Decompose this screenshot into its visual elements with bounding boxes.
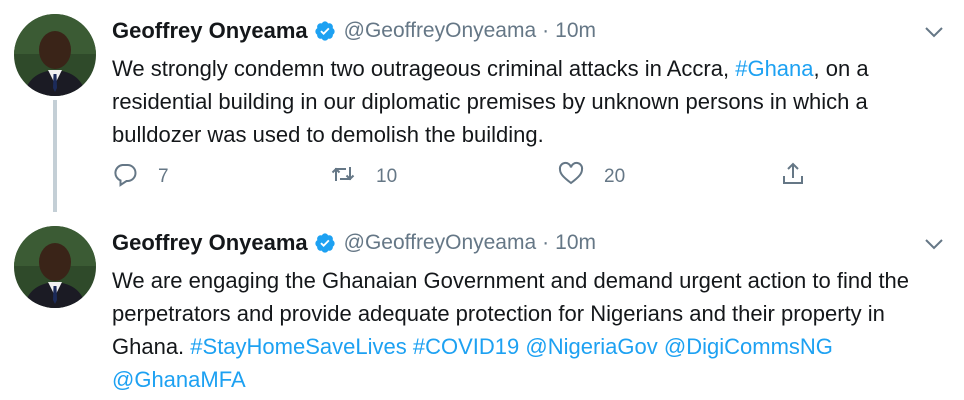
reply-icon — [112, 161, 138, 193]
author-handle[interactable]: @GeoffreyOnyeama — [344, 231, 537, 255]
chevron-down-icon[interactable] — [922, 22, 946, 42]
share-icon — [780, 161, 806, 193]
timestamp[interactable]: 10m — [555, 231, 596, 255]
reply-button[interactable]: 7 — [112, 160, 169, 194]
thread-line — [53, 100, 57, 212]
like-count: 20 — [604, 166, 626, 187]
share-button[interactable] — [780, 160, 806, 194]
verified-badge-icon — [314, 20, 336, 42]
tweet-actions: 7 10 20 — [112, 160, 832, 194]
reply-count: 7 — [158, 166, 169, 187]
hashtag-link[interactable]: #StayHomeSaveLives — [190, 334, 406, 359]
mention-link[interactable]: @NigeriaGov — [525, 334, 657, 359]
author-handle[interactable]: @GeoffreyOnyeama — [344, 19, 537, 43]
tweet[interactable]: Geoffrey Onyeama @GeoffreyOnyeama · 10m … — [0, 0, 964, 212]
like-button[interactable]: 20 — [558, 160, 625, 194]
tweet-text: We are engaging the Ghanaian Government … — [112, 264, 932, 396]
author-name[interactable]: Geoffrey Onyeama — [112, 230, 308, 256]
retweet-count: 10 — [376, 166, 398, 187]
author-name[interactable]: Geoffrey Onyeama — [112, 18, 308, 44]
tweet-text: We strongly condemn two outrageous crimi… — [112, 52, 932, 151]
separator-dot: · — [542, 231, 550, 254]
timestamp[interactable]: 10m — [555, 19, 596, 43]
tweet-header: Geoffrey Onyeama @GeoffreyOnyeama · 10m — [112, 14, 596, 48]
hashtag-link[interactable]: #Ghana — [735, 56, 813, 81]
tweet-header: Geoffrey Onyeama @GeoffreyOnyeama · 10m — [112, 226, 596, 260]
avatar[interactable] — [14, 14, 96, 96]
hashtag-link[interactable]: #COVID19 — [413, 334, 519, 359]
avatar[interactable] — [14, 226, 96, 308]
retweet-icon — [330, 161, 356, 193]
mention-link[interactable]: @GhanaMFA — [112, 367, 246, 392]
tweet[interactable]: Geoffrey Onyeama @GeoffreyOnyeama · 10m … — [0, 212, 964, 400]
chevron-down-icon[interactable] — [922, 234, 946, 254]
mention-link[interactable]: @DigiCommsNG — [664, 334, 833, 359]
heart-icon — [558, 161, 584, 193]
text-segment: We strongly condemn two outrageous crimi… — [112, 56, 736, 81]
retweet-button[interactable]: 10 — [330, 160, 397, 194]
separator-dot: · — [542, 19, 550, 42]
verified-badge-icon — [314, 232, 336, 254]
